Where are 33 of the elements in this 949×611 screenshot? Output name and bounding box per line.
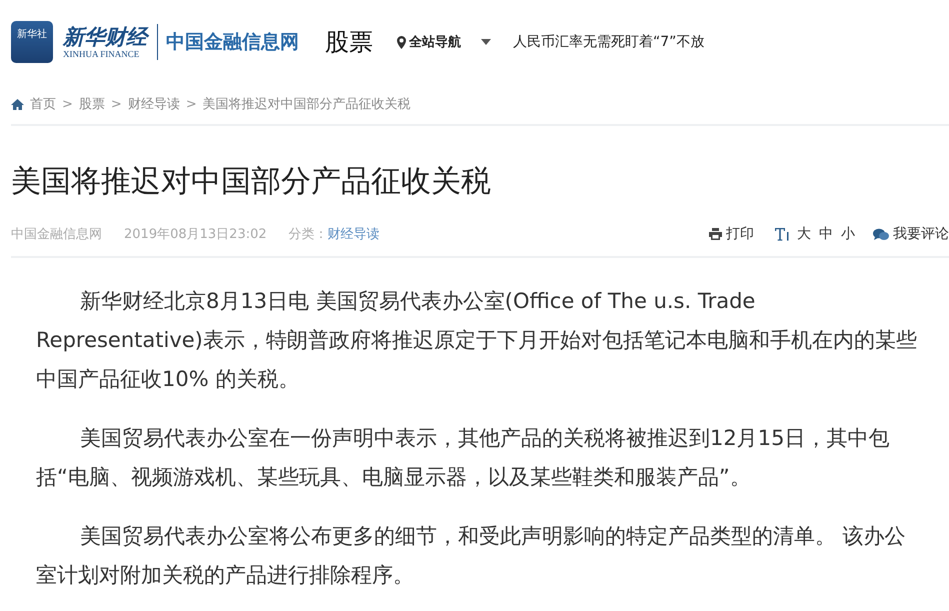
category-label: 分类： — [288, 226, 328, 243]
section-title: 股票 — [325, 27, 373, 58]
logo-badge: 新华社 — [11, 21, 53, 63]
font-small-link[interactable]: 小 — [841, 225, 855, 243]
comment-link[interactable]: 我要评论 — [873, 225, 949, 243]
article-title: 美国将推迟对中国部分产品征收关税 — [10, 163, 492, 201]
breadcrumb-separator: > — [186, 96, 197, 112]
home-icon — [11, 98, 24, 110]
breadcrumb-separator: > — [62, 96, 73, 112]
breadcrumb-link[interactable]: 美国将推迟对中国部分产品征收关税 — [202, 95, 411, 113]
site-navigation-link[interactable]: 全站导航 — [397, 33, 461, 51]
font-large-link[interactable]: 大 — [797, 225, 811, 243]
font-medium-link[interactable]: 中 — [819, 225, 833, 243]
site-name: 中国金融信息网 — [166, 30, 299, 55]
location-pin-icon — [397, 36, 406, 48]
breadcrumb-link[interactable]: 股票 — [78, 95, 105, 113]
speech-bubbles-icon — [873, 228, 889, 240]
article-paragraph: 美国贸易代表办公室在一份声明中表示，其他产品的关税将被推迟到12月15日，其中包括“电脑、视频游戏机、某些玩具、电脑显示器，以及某些鞋类和服装产品”。 — [36, 425, 890, 491]
brand-subtitle: XINHUA FINANCE — [63, 48, 140, 59]
print-link[interactable]: 打印 — [709, 225, 754, 243]
article-source: 中国金融信息网 — [11, 226, 102, 243]
article-paragraph: 美国贸易代表办公室将公布更多的细节，和受此声明影响的特定产品类型的清单。 该办公室计划对附加关税的产品进行排除程序。 — [36, 523, 907, 589]
headline-link[interactable]: 人民币汇率无需死盯着“7”不放 — [513, 33, 704, 51]
breadcrumb-separator: > — [110, 96, 122, 112]
breadcrumb-link[interactable]: 财经导读 — [128, 95, 180, 113]
category-link[interactable]: 财经导读 — [328, 225, 380, 243]
caret-icon[interactable] — [481, 39, 491, 45]
printer-icon — [709, 228, 722, 240]
brand-name: 新华财经 — [63, 25, 147, 49]
font-size-icon — [774, 227, 791, 241]
breadcrumb-link[interactable]: 首页 — [30, 95, 56, 113]
publish-time: 2019年08月13日23:02 — [124, 226, 267, 243]
article-paragraph: 新华财经北京8月13日电 美国贸易代表办公室(Office of The u.s. Trade Representative)表示，特朗普政府将推迟原定于下月开始对包括笔记本电脑和手机在内的某些中国产品征收10% 的关税。 — [36, 288, 918, 393]
